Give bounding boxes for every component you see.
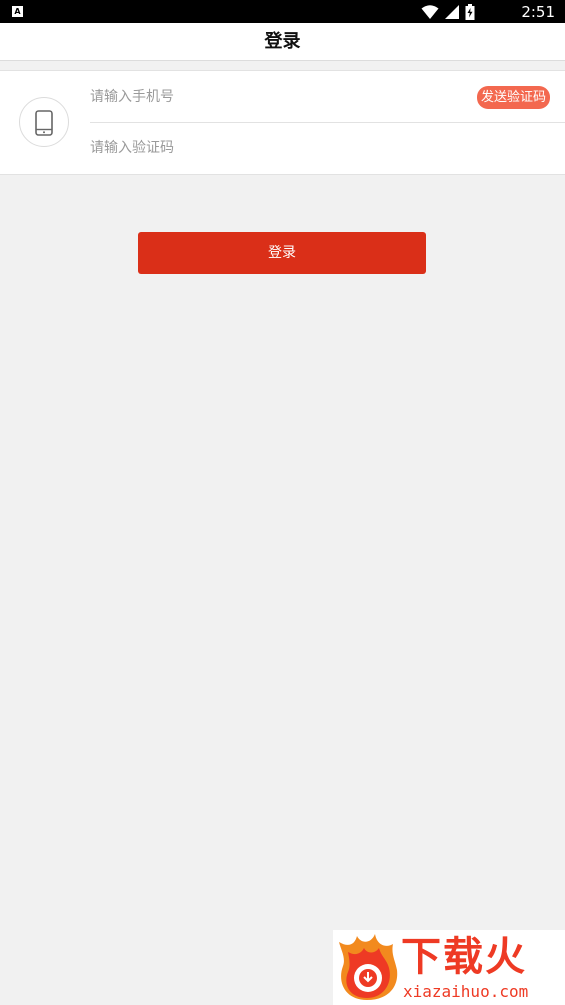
- login-form-card: 发送验证码: [0, 70, 565, 175]
- app-notification-icon: A: [12, 6, 23, 17]
- phone-field-row: 发送验证码: [90, 72, 565, 123]
- code-field-row: [90, 123, 565, 173]
- flame-download-icon: [339, 934, 398, 1000]
- signal-icon: [444, 5, 459, 19]
- watermark-brand: 下载火: [401, 934, 527, 980]
- page-title: 登录: [264, 31, 301, 52]
- status-icons: [421, 4, 475, 20]
- send-code-button[interactable]: 发送验证码: [476, 86, 550, 109]
- status-time: 2:51: [521, 3, 555, 21]
- verification-code-input[interactable]: [90, 123, 470, 173]
- phone-icon: [35, 110, 53, 136]
- phone-input[interactable]: [90, 72, 470, 122]
- watermark-logo: 下载火 xiazaihuo.com: [333, 930, 565, 1005]
- login-button[interactable]: 登录: [138, 232, 426, 274]
- watermark-url: xiazaihuo.com: [403, 982, 529, 1001]
- phone-avatar: [19, 97, 69, 147]
- wifi-icon: [421, 5, 439, 19]
- battery-icon: [465, 4, 475, 20]
- status-bar: A 2:51: [0, 0, 565, 23]
- title-bar: 登录: [0, 23, 565, 61]
